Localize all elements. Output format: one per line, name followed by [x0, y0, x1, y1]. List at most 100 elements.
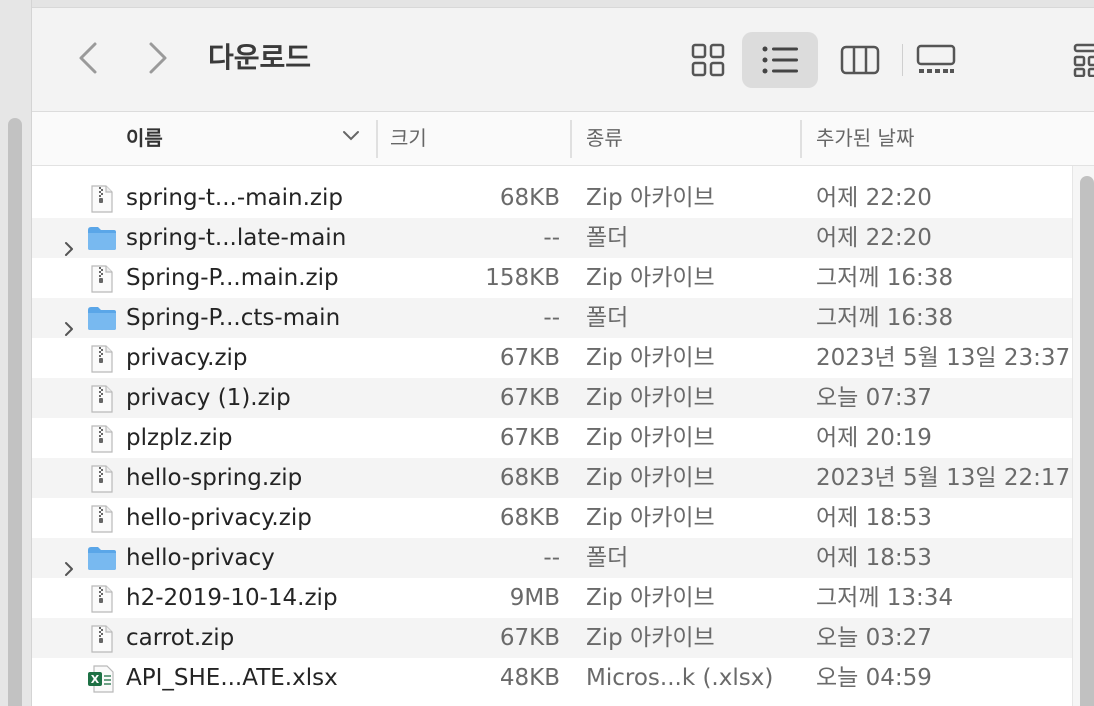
file-row[interactable]: carrot.zip 67KB Zip 아카이브 오늘 03:27	[32, 618, 1072, 658]
column-separator[interactable]	[570, 120, 572, 158]
excel-file-icon: X	[86, 664, 116, 693]
file-size: 68KB	[499, 465, 560, 491]
file-row[interactable]: privacy (1).zip 67KB Zip 아카이브 오늘 07:37	[32, 378, 1072, 418]
file-date-added: 2023년 5월 13일 23:37	[816, 345, 1071, 371]
file-row[interactable]: hello-privacy -- 폴더 어제 18:53	[32, 538, 1072, 578]
file-row[interactable]: spring-t...-main.zip 68KB Zip 아카이브 어제 22:20	[32, 178, 1072, 218]
file-name: Spring-P...main.zip	[126, 265, 339, 291]
file-size: 67KB	[499, 625, 560, 651]
file-size: 68KB	[499, 505, 560, 531]
file-kind: 폴더	[586, 545, 629, 571]
file-date-added: 어제 20:19	[816, 425, 932, 451]
file-row[interactable]: spring-t...late-main -- 폴더 어제 22:20	[32, 218, 1072, 258]
file-row[interactable]	[32, 698, 1072, 706]
chevron-left-icon	[79, 42, 97, 74]
scrollbar-thumb[interactable]	[1080, 176, 1094, 706]
disclosure-triangle-icon[interactable]	[62, 310, 76, 336]
column-header-size[interactable]: 크기	[390, 124, 427, 152]
file-date-added: 오늘 04:59	[816, 665, 932, 691]
file-name: carrot.zip	[126, 625, 235, 651]
finder-toolbar: 다운로드	[32, 8, 1094, 112]
file-name: spring-t...-main.zip	[126, 185, 343, 211]
file-row[interactable]: privacy.zip 67KB Zip 아카이브 2023년 5월 13일 23:3…	[32, 338, 1072, 378]
back-button[interactable]	[70, 38, 106, 78]
file-row[interactable]: hello-spring.zip 68KB Zip 아카이브 2023년 5월 13일…	[32, 458, 1072, 498]
file-size: 48KB	[499, 665, 560, 691]
column-header-kind[interactable]: 종류	[586, 124, 623, 152]
file-row[interactable]: Spring-P...cts-main -- 폴더 그저께 16:38	[32, 298, 1072, 338]
file-kind: 폴더	[586, 225, 629, 251]
column-separator[interactable]	[800, 120, 802, 158]
file-date-added: 그저께 16:38	[816, 265, 954, 291]
file-size: --	[543, 305, 560, 331]
file-size: 67KB	[499, 425, 560, 451]
file-kind: Zip 아카이브	[586, 425, 715, 451]
file-date-added: 2023년 5월 13일 22:17	[816, 465, 1071, 491]
file-kind: Zip 아카이브	[586, 265, 715, 291]
gallery-view-button[interactable]	[898, 32, 974, 88]
file-size: 158KB	[485, 265, 560, 291]
file-size: 67KB	[499, 345, 560, 371]
chevron-right-icon	[149, 42, 167, 74]
file-kind: Zip 아카이브	[586, 345, 715, 371]
column-view-button[interactable]	[822, 32, 898, 88]
svg-text:X: X	[91, 673, 100, 686]
file-kind: Zip 아카이브	[586, 625, 715, 651]
grid-icon	[691, 43, 725, 77]
file-kind: Zip 아카이브	[586, 385, 715, 411]
file-size: --	[543, 545, 560, 571]
file-name: h2-2019-10-14.zip	[126, 585, 338, 611]
file-date-added: 그저께 13:34	[816, 585, 954, 611]
file-kind: 폴더	[586, 305, 629, 331]
file-name: plzplz.zip	[126, 425, 233, 451]
file-kind: Zip 아카이브	[586, 465, 715, 491]
column-header-name[interactable]: 이름	[126, 124, 163, 152]
window-title: 다운로드	[208, 41, 312, 74]
file-name: spring-t...late-main	[126, 225, 347, 251]
zip-file-icon	[86, 424, 116, 453]
zip-file-icon	[86, 624, 116, 653]
file-row[interactable]: h2-2019-10-14.zip 9MB Zip 아카이브 그저께 13:34	[32, 578, 1072, 618]
zip-file-icon	[86, 184, 116, 213]
folder-icon	[86, 304, 116, 332]
file-row[interactable]: Spring-P...main.zip 158KB Zip 아카이브 그저께 16:3…	[32, 258, 1072, 298]
file-date-added: 어제 22:20	[816, 185, 932, 211]
file-date-added: 오늘 03:27	[816, 625, 932, 651]
list-icon	[762, 46, 798, 74]
file-date-added: 어제 18:53	[816, 505, 932, 531]
group-view-button[interactable]	[1056, 32, 1094, 88]
file-row[interactable]: hello-privacy.zip 68KB Zip 아카이브 어제 18:53	[32, 498, 1072, 538]
file-kind: Zip 아카이브	[586, 505, 715, 531]
list-view-button[interactable]	[742, 32, 818, 88]
zip-file-icon	[86, 584, 116, 613]
zip-file-icon	[86, 384, 116, 413]
folder-icon	[86, 224, 116, 252]
disclosure-triangle-icon[interactable]	[62, 230, 76, 256]
disclosure-triangle-icon[interactable]	[62, 550, 76, 576]
zip-file-icon	[86, 464, 116, 493]
file-date-added: 어제 22:20	[816, 225, 932, 251]
icon-view-button[interactable]	[670, 32, 746, 88]
file-kind: Micros...k (.xlsx)	[586, 665, 774, 691]
file-name: Spring-P...cts-main	[126, 305, 341, 331]
column-header-bar: 이름 크기 종류 추가된 날짜	[32, 112, 1094, 166]
file-size: 9MB	[509, 585, 560, 611]
file-row[interactable]: plzplz.zip 67KB Zip 아카이브 어제 20:19	[32, 418, 1072, 458]
sidebar-scrollbar[interactable]	[8, 118, 22, 706]
file-list: spring-t...-main.zip 68KB Zip 아카이브 어제 22:20…	[32, 166, 1072, 706]
forward-button[interactable]	[140, 38, 176, 78]
file-row[interactable]: X API_SHE...ATE.xlsx 48KB Micros...k (.xlsx…	[32, 658, 1072, 698]
file-name: hello-privacy	[126, 545, 275, 571]
zip-file-icon	[86, 344, 116, 373]
gallery-icon	[916, 44, 956, 73]
column-header-date-added[interactable]: 추가된 날짜	[816, 124, 914, 152]
group-grid-icon	[1073, 43, 1094, 77]
file-date-added: 그저께 16:38	[816, 305, 954, 331]
previous-pane-edge	[0, 0, 32, 706]
file-size: 68KB	[499, 185, 560, 211]
chevron-down-icon[interactable]	[342, 128, 360, 147]
file-date-added: 오늘 07:37	[816, 385, 932, 411]
file-name: API_SHE...ATE.xlsx	[126, 665, 338, 691]
file-kind: Zip 아카이브	[586, 585, 715, 611]
column-separator[interactable]	[376, 120, 378, 158]
